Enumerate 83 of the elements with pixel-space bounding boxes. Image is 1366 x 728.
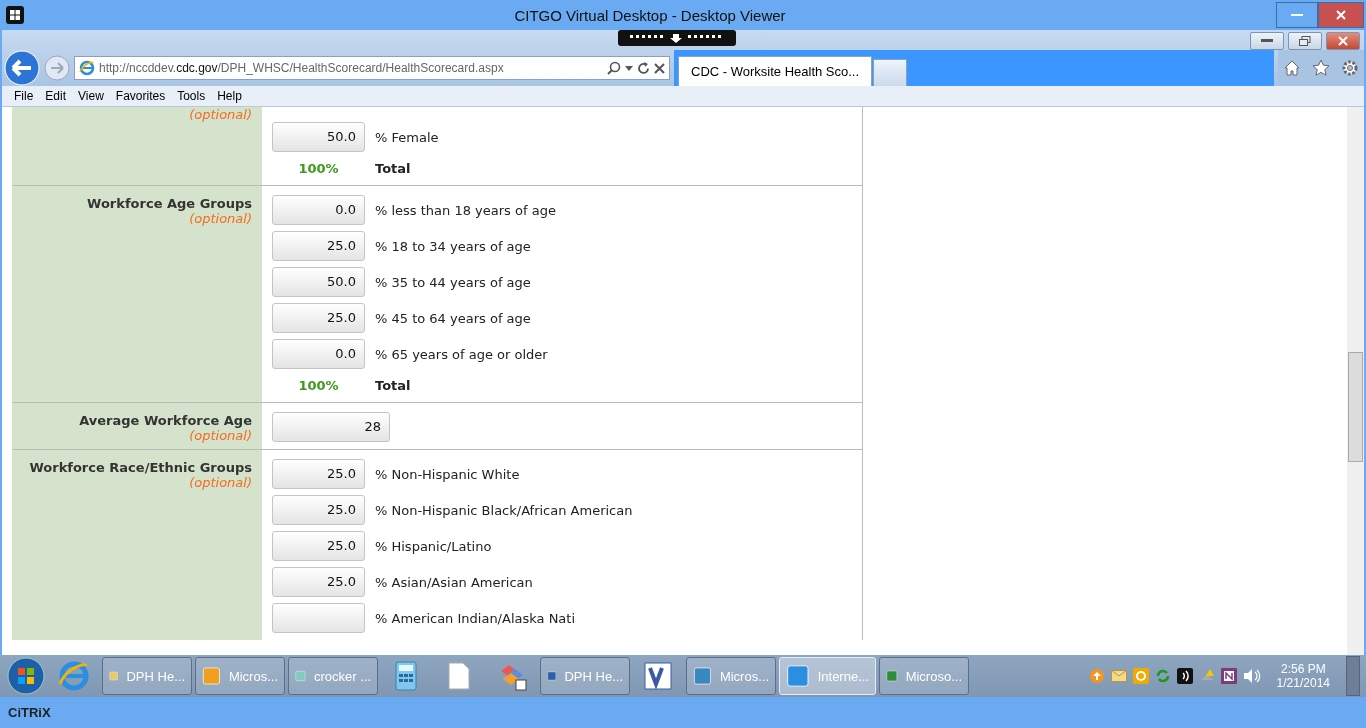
signal-icon [1176,668,1193,684]
menu-item[interactable]: File [8,89,40,103]
clock-date: 1/21/2014 [1276,676,1330,690]
number-field[interactable]: 25.0 [272,459,365,489]
total-value: 100% [297,160,340,176]
citrix-logo: CiTRiX [8,705,51,720]
browser-logo-icon [58,660,90,692]
optional-note: (optional) [189,475,252,490]
total-value: 100% [297,377,340,393]
section-label: Average Workforce Age [79,413,252,428]
number-field[interactable]: 50.0 [272,267,365,297]
close-icon [1338,36,1348,46]
field-label: % Non-Hispanic White [375,466,520,482]
menu-item[interactable]: Help [211,89,248,103]
number-field[interactable]: 25.0 [272,303,365,333]
section-label: Workforce Race/Ethnic Groups [29,460,252,475]
document-icon [448,662,470,690]
home-icon[interactable] [1283,59,1302,77]
caret-icon [625,65,633,71]
app-icon [1132,668,1149,684]
minimize-button[interactable] [1250,32,1284,50]
close-icon [1336,10,1346,20]
number-field[interactable]: 25.0 [272,531,365,561]
stop-icon [654,62,665,74]
url-text: http://nccddev.cdc.gov/DPH_WHSC/HealthScorecard/HealthScorecard.aspx [99,61,505,75]
close-button[interactable] [1326,32,1360,50]
refresh-icon [637,61,650,75]
menu-item[interactable]: Edit [39,89,73,103]
total-label: Total [375,377,411,393]
number-field[interactable] [272,603,365,633]
scrollbar[interactable] [1347,107,1364,655]
new-tab-button[interactable] [873,59,907,86]
star-icon[interactable] [1312,59,1330,77]
field-label: % 35 to 44 years of age [375,274,531,290]
menu-item[interactable]: Tools [171,89,212,103]
restore-icon [1299,36,1311,46]
total-label: Total [375,160,411,176]
clock-time: 2:56 PM [1280,662,1326,676]
field-label: % Non-Hispanic Black/African American [375,502,633,518]
document-v-icon [643,661,673,691]
field-label: % American Indian/Alaska Nati [375,610,576,626]
address-bar[interactable]: http://nccddev.cdc.gov/DPH_WHSC/HealthScorecard/HealthScorecard.aspx [74,56,670,80]
section-label: Workforce Age Groups [87,196,252,211]
calculator-icon [395,661,417,691]
number-field[interactable]: 0.0 [272,195,365,225]
sync-icon [1154,668,1171,684]
notebook-icon [1220,668,1237,684]
number-field[interactable]: 25.0 [272,231,365,261]
mail-icon [1110,670,1127,682]
field-label: % 45 to 64 years of age [375,310,531,326]
speaker-icon [1242,668,1261,684]
windows-logo-icon [6,6,24,24]
field-label: % Hispanic/Latino [375,538,492,554]
number-field[interactable]: 0.0 [272,339,365,369]
optional-note: (optional) [189,107,252,122]
back-button[interactable] [4,50,40,86]
menu-item[interactable]: View [72,89,110,103]
search-icon [607,61,621,75]
browser-logo-icon [79,60,95,76]
number-field[interactable]: 50.0 [272,122,365,152]
start-button[interactable] [6,656,46,696]
browser-tab[interactable]: CDC - Worksite Health Sco... [678,56,872,86]
optional-note: (optional) [189,428,252,443]
window-title: CITGO Virtual Desktop - Desktop Viewer [513,6,787,24]
field-label: % Female [375,129,439,145]
field-label: % 65 years of age or older [375,346,548,362]
number-field[interactable]: 28 [272,412,390,442]
minimize-icon [1261,39,1273,43]
minimize-icon [1291,14,1303,16]
restore-button[interactable] [1288,32,1322,50]
number-field[interactable]: 25.0 [272,495,365,525]
settings-icon[interactable] [1340,59,1359,77]
scrollbar-thumb[interactable] [1348,352,1363,462]
number-field[interactable]: 25.0 [272,567,365,597]
app-icon [786,662,810,690]
field-label: % less than 18 years of age [375,202,556,218]
field-label: % 18 to 34 years of age [375,238,531,254]
minimize-button[interactable] [1276,2,1318,28]
upload-icon [1088,668,1105,684]
close-button[interactable] [1318,2,1364,28]
menu-item[interactable]: Favorites [109,89,172,103]
field-label: % Asian/Asian American [375,574,533,590]
optional-note: (optional) [189,211,252,226]
